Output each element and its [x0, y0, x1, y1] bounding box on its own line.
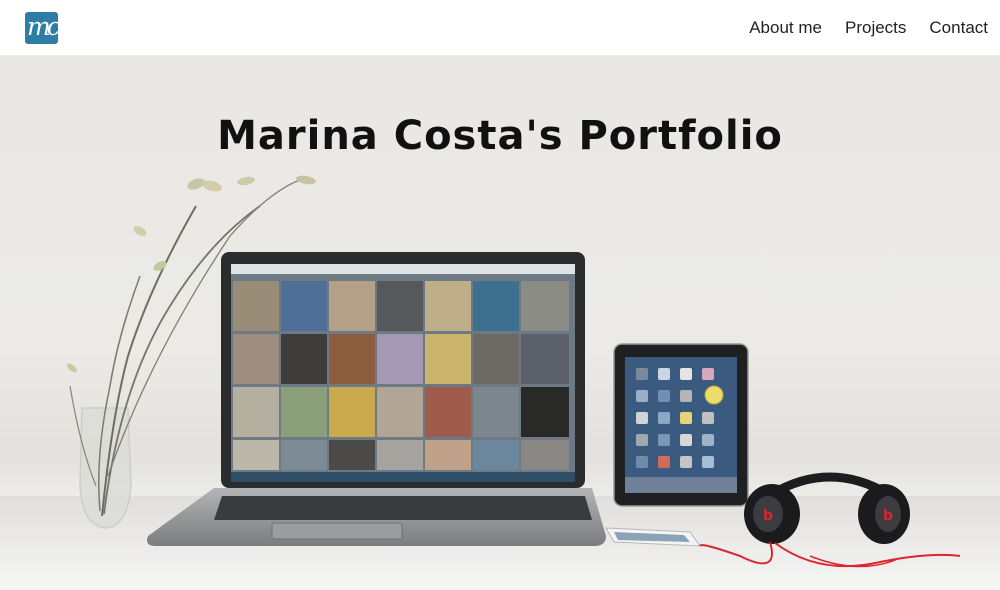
- logo-icon[interactable]: mc: [25, 12, 58, 44]
- nav-menu: About me Projects Contact: [726, 0, 988, 56]
- nav-link-about[interactable]: About me: [749, 0, 822, 56]
- nav-link-projects[interactable]: Projects: [845, 0, 906, 56]
- logo-text: mc: [27, 12, 58, 41]
- svg-text:b: b: [883, 508, 893, 524]
- laptop-image: [147, 252, 606, 546]
- tablet-image: [613, 343, 749, 507]
- page-title: Marina Costa's Portfolio: [217, 113, 783, 159]
- navbar: mc About me Projects Contact: [0, 0, 1000, 56]
- hero-section: b b Marina Costa's Portfolio: [0, 56, 1000, 590]
- svg-text:b: b: [763, 508, 773, 524]
- nav-link-contact[interactable]: Contact: [929, 0, 988, 56]
